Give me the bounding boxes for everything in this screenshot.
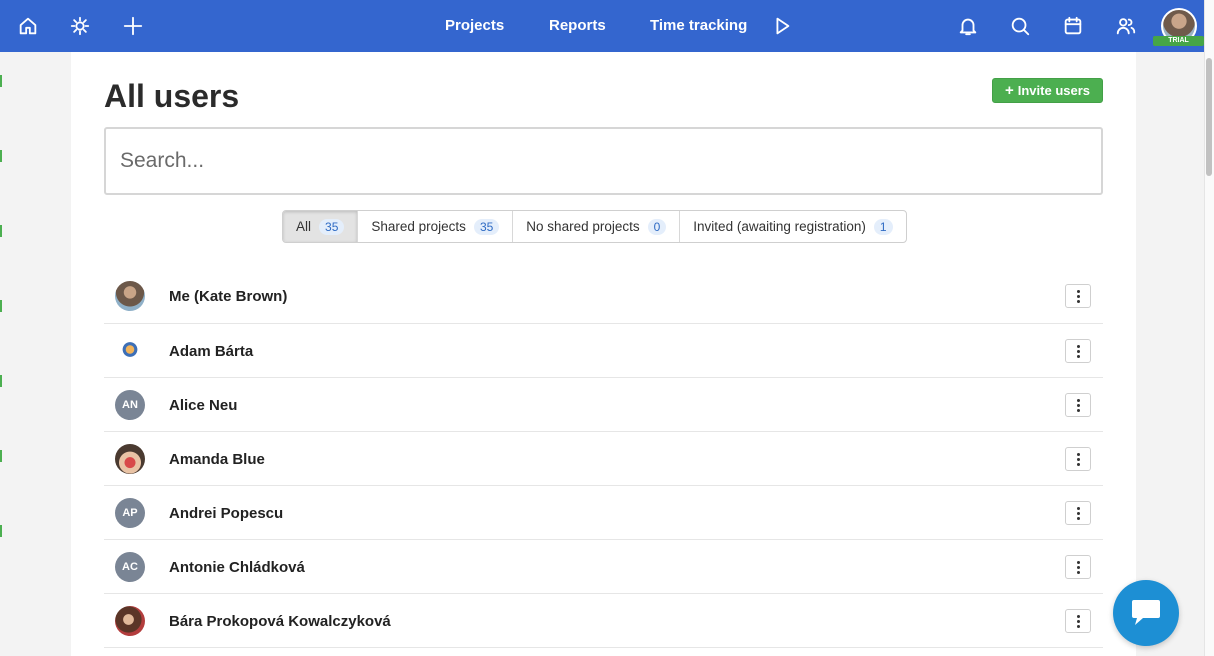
- more-options-button[interactable]: [1065, 555, 1091, 579]
- nav-reports-link[interactable]: Reports: [549, 17, 606, 34]
- users-panel: All users + Invite users All 35 Shared p…: [71, 52, 1136, 656]
- more-options-button[interactable]: [1065, 501, 1091, 525]
- user-avatar-initials: AC: [115, 552, 145, 582]
- user-avatar-initials: AN: [115, 390, 145, 420]
- play-icon[interactable]: [766, 10, 798, 42]
- filter-label: All: [296, 219, 312, 234]
- user-filter-tabs: All 35 Shared projects 35 No shared proj…: [282, 210, 907, 243]
- more-options-button[interactable]: [1065, 609, 1091, 633]
- user-row: Me (Kate Brown): [104, 269, 1103, 324]
- search-input[interactable]: [104, 127, 1103, 195]
- plus-icon[interactable]: [117, 10, 149, 42]
- edge-indicator: [0, 75, 2, 87]
- user-name[interactable]: Alice Neu: [169, 397, 237, 414]
- page-scrollbar[interactable]: [1204, 0, 1214, 656]
- invite-users-button[interactable]: + Invite users: [992, 78, 1103, 103]
- calendar-icon[interactable]: [1057, 10, 1089, 42]
- user-list: Me (Kate Brown) Adam Bárta AN Alice Neu …: [104, 269, 1103, 648]
- edge-indicator: [0, 225, 2, 237]
- page-scrollbar-thumb[interactable]: [1206, 58, 1212, 176]
- user-name[interactable]: Andrei Popescu: [169, 505, 283, 522]
- user-avatar: [115, 606, 145, 636]
- filter-count-badge: 1: [873, 218, 893, 235]
- user-row: AP Andrei Popescu: [104, 486, 1103, 540]
- search-icon[interactable]: [1004, 10, 1036, 42]
- user-row: Amanda Blue: [104, 432, 1103, 486]
- user-name[interactable]: Bára Prokopová Kowalczyková: [169, 613, 391, 630]
- user-name[interactable]: Me (Kate Brown): [169, 288, 287, 305]
- user-row: Adam Bárta: [104, 324, 1103, 378]
- nav-time-tracking-link[interactable]: Time tracking: [650, 17, 747, 34]
- more-options-button[interactable]: [1065, 393, 1091, 417]
- users-icon[interactable]: [1110, 10, 1142, 42]
- filter-count-badge: 0: [647, 218, 667, 235]
- user-name[interactable]: Adam Bárta: [169, 343, 253, 360]
- filter-count-badge: 35: [473, 218, 500, 235]
- more-options-button[interactable]: [1065, 447, 1091, 471]
- top-navigation-bar: Projects Reports Time tracking TRIAL: [0, 0, 1204, 52]
- user-name[interactable]: Amanda Blue: [169, 451, 265, 468]
- filter-label: Invited (awaiting registration): [693, 219, 866, 234]
- nav-projects-link[interactable]: Projects: [445, 17, 504, 34]
- filter-tab-all[interactable]: All 35: [283, 211, 358, 242]
- more-options-button[interactable]: [1065, 284, 1091, 308]
- edge-indicator: [0, 150, 2, 162]
- page-title: All users: [104, 78, 240, 114]
- more-options-button[interactable]: [1065, 339, 1091, 363]
- edge-indicator: [0, 525, 2, 537]
- user-avatar-initials: AP: [115, 498, 145, 528]
- filter-tab-shared-projects[interactable]: Shared projects 35: [357, 211, 512, 242]
- user-row: Bára Prokopová Kowalczyková: [104, 594, 1103, 648]
- filter-label: Shared projects: [371, 219, 466, 234]
- edge-indicator: [0, 450, 2, 462]
- plus-icon: +: [1004, 82, 1014, 99]
- filter-count-badge: 35: [319, 218, 345, 235]
- filter-tab-invited[interactable]: Invited (awaiting registration) 1: [679, 211, 905, 242]
- chat-widget-button[interactable]: [1113, 580, 1179, 646]
- trial-badge: TRIAL: [1153, 36, 1204, 46]
- user-row: AN Alice Neu: [104, 378, 1103, 432]
- edge-indicator: [0, 300, 2, 312]
- user-avatar: [115, 336, 145, 366]
- user-row: AC Antonie Chládková: [104, 540, 1103, 594]
- user-avatar: [115, 281, 145, 311]
- filter-label: No shared projects: [526, 219, 640, 234]
- user-avatar: [115, 444, 145, 474]
- settings-cog-icon[interactable]: [64, 10, 96, 42]
- invite-users-label: Invite users: [1017, 83, 1091, 98]
- home-icon[interactable]: [12, 10, 44, 42]
- user-name[interactable]: Antonie Chládková: [169, 559, 305, 576]
- chat-bubble-icon: [1132, 600, 1160, 625]
- edge-indicator: [0, 375, 2, 387]
- bell-icon[interactable]: [952, 10, 984, 42]
- filter-tab-no-shared-projects[interactable]: No shared projects 0: [512, 211, 679, 242]
